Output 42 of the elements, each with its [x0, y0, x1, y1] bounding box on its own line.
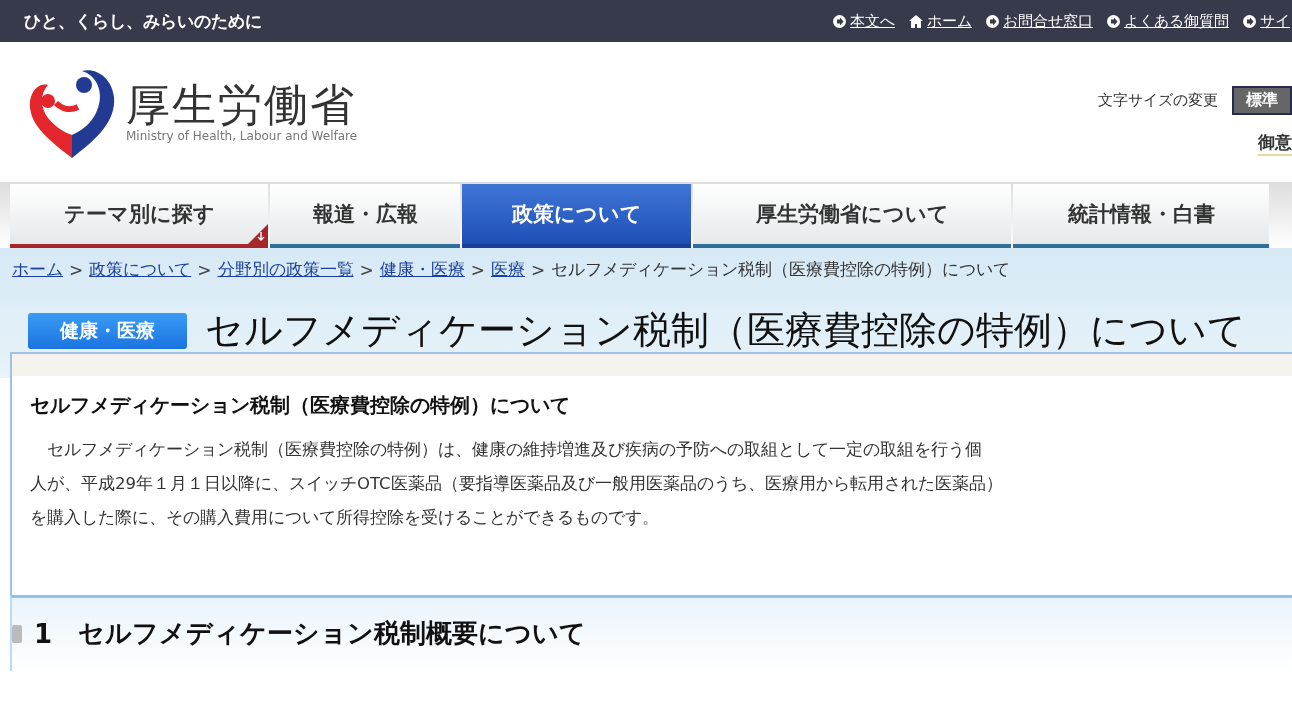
arrow-circle-icon [833, 14, 846, 28]
bullet-icon [12, 624, 22, 643]
logo-subtitle: Ministry of Health, Labour and Welfare [126, 129, 358, 144]
header-link[interactable]: お問合せ窓口 [986, 11, 1093, 31]
breadcrumb-separator: > [69, 259, 84, 280]
logo-title: 厚生労働省 [126, 80, 357, 130]
header-link[interactable]: サイ [1243, 11, 1290, 31]
header-link[interactable]: 御意 [1258, 131, 1292, 156]
breadcrumb-separator: > [359, 259, 374, 280]
nav-tab[interactable]: 統計情報・白書 [1013, 184, 1269, 248]
breadcrumb-link[interactable]: 政策について [89, 258, 192, 281]
content-paragraph-line: セルフメディケーション税制（医療費控除の特例）は、健康の維持増進及び疾病の予防への取組として一定の取組を行う個 [46, 439, 983, 461]
section-title: セルフメディケーション税制概要について [78, 617, 587, 650]
header-link[interactable]: ホーム [909, 11, 972, 31]
section-number: 1 [34, 618, 53, 649]
breadcrumb-separator: > [470, 259, 485, 280]
header-link[interactable]: 本文へ [833, 11, 895, 31]
arrow-circle-icon [1107, 14, 1120, 28]
tagline: ひと、くらし、みらいのために [24, 9, 262, 33]
nav-tab[interactable]: 厚生労働省について [693, 184, 1011, 248]
page-title: セルフメディケーション税制（医療費控除の特例）について [205, 307, 1246, 354]
breadcrumb-link[interactable]: ホーム [12, 258, 63, 281]
breadcrumb-link[interactable]: 医療 [491, 258, 525, 281]
breadcrumb-link[interactable]: 分野別の政策一覧 [217, 258, 354, 281]
nav-tab[interactable]: 政策について [462, 184, 691, 248]
font-size-button[interactable]: 標準 [1232, 86, 1292, 115]
breadcrumb-separator: > [531, 259, 546, 280]
font-size-label: 文字サイズの変更 [1098, 91, 1218, 110]
header-link[interactable]: よくある御質問 [1107, 11, 1229, 31]
nav-tab[interactable]: 報道・広報 [270, 184, 460, 248]
arrow-circle-icon [1243, 14, 1256, 28]
nav-tab[interactable]: テーマ別に探す [10, 184, 268, 248]
content-heading: セルフメディケーション税制（医療費控除の特例）について [30, 392, 571, 419]
arrow-circle-icon [986, 14, 999, 28]
breadcrumb-link[interactable]: 健康・医療 [379, 258, 465, 281]
down-arrow-icon [248, 224, 268, 244]
breadcrumb-separator: > [197, 259, 212, 280]
home-icon [909, 14, 923, 28]
content-paragraph-line: を購入した際に、その購入費用について所得控除を受けることができるものです。 [30, 507, 660, 529]
breadcrumb-current: セルフメディケーション税制（医療費控除の特例）について [551, 258, 1011, 281]
category-label: 健康・医療 [28, 312, 187, 349]
content-paragraph-line: 人が、平成29年１月１日以降に、スイッチOTC医薬品（要指導医薬品及び一般用医薬品のうち、医療用から転用された医薬品） [30, 473, 1004, 495]
